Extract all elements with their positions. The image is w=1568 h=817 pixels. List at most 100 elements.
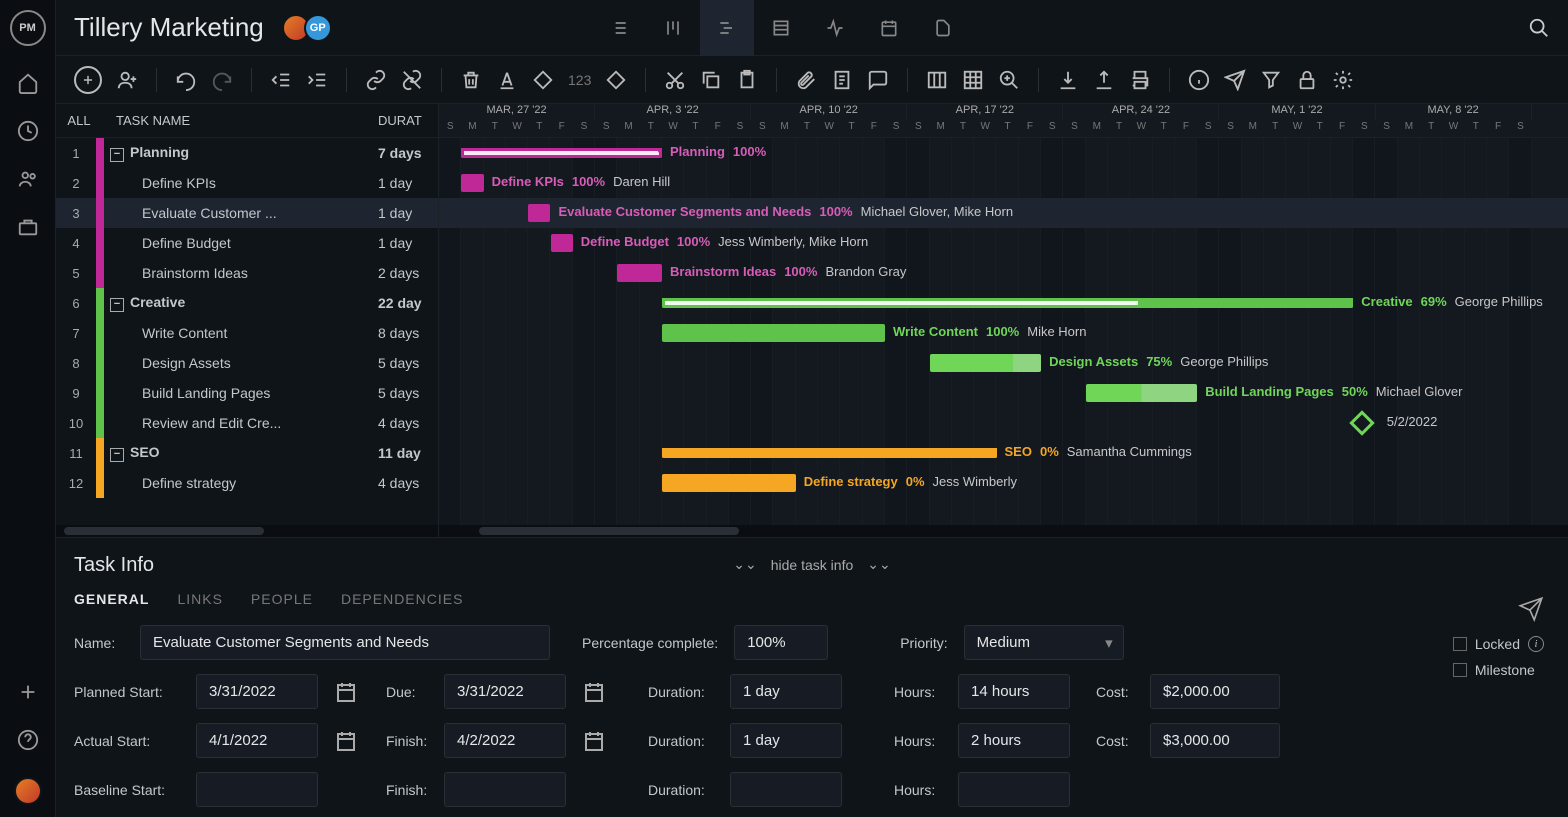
gantt-view-icon[interactable] <box>700 0 754 56</box>
collapse-icon[interactable]: − <box>110 298 124 312</box>
calendar-view-icon[interactable] <box>862 0 916 56</box>
zoom-icon[interactable] <box>998 69 1020 91</box>
baseline-hours-input[interactable] <box>958 772 1070 807</box>
clock-icon[interactable] <box>17 120 39 142</box>
gantt-parent-bar[interactable] <box>662 298 1353 308</box>
search-icon[interactable] <box>1528 17 1550 39</box>
locked-info-icon[interactable]: i <box>1528 636 1544 652</box>
gantt-row[interactable]: Define Budget100%Jess Wimberly, Mike Hor… <box>439 228 1568 258</box>
comment-icon[interactable] <box>867 69 889 91</box>
tab-dependencies[interactable]: DEPENDENCIES <box>341 591 463 607</box>
gantt-bar[interactable] <box>551 234 573 252</box>
gantt-row[interactable]: SEO0%Samantha Cummings <box>439 438 1568 468</box>
tab-general[interactable]: GENERAL <box>74 591 149 607</box>
files-view-icon[interactable] <box>916 0 970 56</box>
indent-icon[interactable] <box>306 69 328 91</box>
task-row[interactable]: 7Write Content8 days <box>56 318 438 348</box>
people-icon[interactable] <box>17 168 39 190</box>
gantt-bar[interactable] <box>617 264 662 282</box>
locked-checkbox[interactable] <box>1453 637 1467 651</box>
redo-icon[interactable] <box>211 69 233 91</box>
priority-select[interactable]: Medium <box>964 625 1124 660</box>
attachment-icon[interactable] <box>795 69 817 91</box>
gantt-h-scrollbar[interactable] <box>439 525 1568 537</box>
pct-input[interactable] <box>734 625 828 660</box>
gantt-row[interactable]: Build Landing Pages50%Michael Glover <box>439 378 1568 408</box>
task-name-input[interactable] <box>140 625 550 660</box>
briefcase-icon[interactable] <box>17 216 39 238</box>
gantt-bar[interactable] <box>461 174 483 192</box>
list-view-icon[interactable] <box>592 0 646 56</box>
calendar-icon[interactable] <box>582 680 606 704</box>
notes-icon[interactable] <box>831 69 853 91</box>
home-icon[interactable] <box>17 72 39 94</box>
task-row-parent[interactable]: 11−SEO11 day <box>56 438 438 468</box>
cut-icon[interactable] <box>664 69 686 91</box>
baseline-finish-input[interactable] <box>444 772 566 807</box>
grid-icon[interactable] <box>962 69 984 91</box>
cost-input[interactable] <box>1150 674 1280 709</box>
gantt-row[interactable]: Define strategy0%Jess Wimberly <box>439 468 1568 498</box>
copy-icon[interactable] <box>700 69 722 91</box>
task-row-parent[interactable]: 6−Creative22 day <box>56 288 438 318</box>
gantt-row[interactable]: Evaluate Customer Segments and Needs100%… <box>439 198 1568 228</box>
duration2-input[interactable] <box>730 723 842 758</box>
tab-people[interactable]: PEOPLE <box>251 591 313 607</box>
gantt-row[interactable]: Design Assets75%George Phillips <box>439 348 1568 378</box>
add-person-icon[interactable] <box>116 69 138 91</box>
avatar[interactable]: GP <box>304 14 332 42</box>
gantt-bar[interactable] <box>528 204 550 222</box>
sheet-view-icon[interactable] <box>754 0 808 56</box>
undo-icon[interactable] <box>175 69 197 91</box>
outdent-icon[interactable] <box>270 69 292 91</box>
help-icon[interactable] <box>17 729 39 751</box>
add-task-icon[interactable] <box>74 66 102 94</box>
col-duration[interactable]: DURAT <box>378 113 438 128</box>
task-row[interactable]: 9Build Landing Pages5 days <box>56 378 438 408</box>
send-icon[interactable] <box>1224 69 1246 91</box>
task-row[interactable]: 5Brainstorm Ideas2 days <box>56 258 438 288</box>
gantt-bar[interactable] <box>662 324 885 342</box>
gantt-bar[interactable] <box>930 354 1042 372</box>
board-view-icon[interactable] <box>646 0 700 56</box>
unlink-icon[interactable] <box>401 69 423 91</box>
collapse-icon[interactable]: − <box>110 148 124 162</box>
plus-icon[interactable] <box>17 681 39 703</box>
task-row[interactable]: 3Evaluate Customer ...1 day <box>56 198 438 228</box>
col-all[interactable]: ALL <box>56 113 96 128</box>
baseline-start-input[interactable] <box>196 772 318 807</box>
gantt-row[interactable]: Define KPIs100%Daren Hill <box>439 168 1568 198</box>
gantt-row[interactable]: Write Content100%Mike Horn <box>439 318 1568 348</box>
user-avatar[interactable] <box>14 777 42 805</box>
task-row[interactable]: 4Define Budget1 day <box>56 228 438 258</box>
gantt-row[interactable]: 5/2/2022 <box>439 408 1568 438</box>
link-icon[interactable] <box>365 69 387 91</box>
filter-icon[interactable] <box>1260 69 1282 91</box>
milestone-checkbox[interactable] <box>1453 663 1467 677</box>
task-row[interactable]: 8Design Assets5 days <box>56 348 438 378</box>
tab-links[interactable]: LINKS <box>177 591 222 607</box>
gantt-row[interactable]: Planning100% <box>439 138 1568 168</box>
baseline-duration-input[interactable] <box>730 772 842 807</box>
gantt-row[interactable]: Creative69%George Phillips <box>439 288 1568 318</box>
due-input[interactable] <box>444 674 566 709</box>
task-row[interactable]: 10Review and Edit Cre...4 days <box>56 408 438 438</box>
settings-icon[interactable] <box>1332 69 1354 91</box>
hours2-input[interactable] <box>958 723 1070 758</box>
activity-view-icon[interactable] <box>808 0 862 56</box>
calendar-icon[interactable] <box>582 729 606 753</box>
hours-input[interactable] <box>958 674 1070 709</box>
app-logo[interactable]: PM <box>10 10 46 46</box>
tag-icon[interactable] <box>532 69 554 91</box>
finish-input[interactable] <box>444 723 566 758</box>
planned-start-input[interactable] <box>196 674 318 709</box>
member-avatars[interactable]: GP <box>288 14 332 42</box>
grid-h-scrollbar[interactable] <box>56 525 438 537</box>
info-icon[interactable] <box>1188 69 1210 91</box>
calendar-icon[interactable] <box>334 729 358 753</box>
paste-icon[interactable] <box>736 69 758 91</box>
col-name[interactable]: TASK NAME <box>104 113 378 128</box>
export-icon[interactable] <box>1093 69 1115 91</box>
gantt-parent-bar[interactable] <box>461 148 662 158</box>
gantt-bar[interactable] <box>662 474 796 492</box>
